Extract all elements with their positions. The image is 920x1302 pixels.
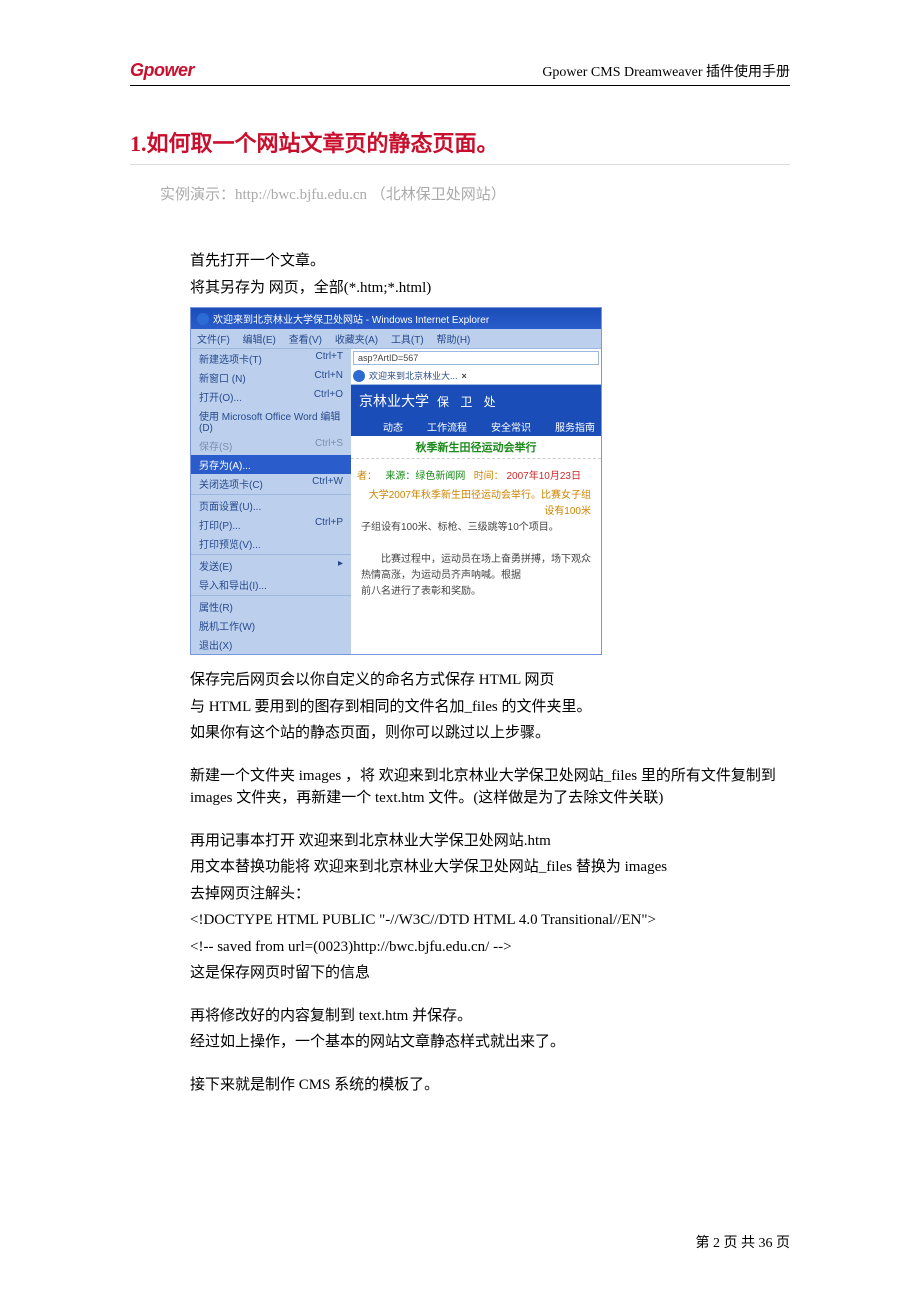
menu-tools[interactable]: 工具(T) [391,335,424,346]
meta-time-label: 时间： [474,471,504,482]
nav-item[interactable]: 工作流程 [427,419,467,434]
meta-source: 来源：绿色新闻网 [385,471,465,482]
ie-favicon-icon [197,313,209,325]
article-meta: 者： 来源：绿色新闻网 时间： 2007年10月23日 [351,459,601,486]
site-navbar: 动态 工作流程 安全常识 服务指南 [351,417,601,436]
ie-screenshot: 欢迎来到北京林业大学保卫处网站 - Windows Internet Explo… [190,307,602,655]
page-footer: 第 2 页 共 36 页 [696,1232,791,1252]
page-header: Gpower Gpower CMS Dreamweaver 插件使用手册 [130,60,790,86]
body-p9: 去掉网页注解头： [190,883,790,906]
body-p5: 如果你有这个站的静态页面，则你可以跳过以上步骤。 [190,722,790,745]
body-p2: 将其另存为 网页，全部(*.htm;*.html) [190,277,790,300]
section-divider [130,164,790,165]
ie-content: asp?ArtID=567 欢迎来到北京林业大... × 京林业大学 保 卫 处… [351,349,601,654]
tab-row: 欢迎来到北京林业大... × [351,367,601,385]
body-p8: 用文本替换功能将 欢迎来到北京林业大学保卫处网站_files 替换为 image… [190,856,790,879]
dd-save: 保存(S)Ctrl+S [191,436,351,455]
meta-time-value: 2007年10月23日 [506,471,581,482]
ie-title: 欢迎来到北京林业大学保卫处网站 - Windows Internet Explo… [213,311,489,326]
close-icon[interactable]: × [462,371,467,381]
dd-printpreview[interactable]: 打印预览(V)... [191,534,351,553]
meta-author: 者： [357,471,377,482]
dd-properties[interactable]: 属性(R) [191,597,351,616]
header-title: Gpower CMS Dreamweaver 插件使用手册 [542,61,790,81]
tab-favicon-icon [353,370,365,382]
nav-item[interactable]: 动态 [383,419,403,434]
dd-print[interactable]: 打印(P)...Ctrl+P [191,515,351,534]
banner-sub: 保 卫 处 [437,393,500,410]
body-p6: 新建一个文件夹 images ，将 欢迎来到北京林业大学保卫处网站_files … [190,765,790,810]
article-headline: 秋季新生田径运动会举行 [351,436,601,459]
menu-edit[interactable]: 编辑(E) [243,335,276,346]
section-heading: 1.如何取一个网站文章页的静态页面。 [130,126,790,158]
article-body: 大学2007年秋季新生田径运动会举行。比赛女子组设有100米 子组设有100米、… [351,486,601,602]
nav-item[interactable]: 安全常识 [491,419,531,434]
dd-exit[interactable]: 退出(X) [191,635,351,654]
site-banner: 京林业大学 保 卫 处 [351,385,601,417]
logo: Gpower [130,60,194,81]
menu-file[interactable]: 文件(F) [197,335,230,346]
dd-wordedit[interactable]: 使用 Microsoft Office Word 编辑(D) [191,406,351,436]
address-bar[interactable]: asp?ArtID=567 [353,351,599,365]
dd-importexport[interactable]: 导入和导出(I)... [191,575,351,594]
banner-main: 京林业大学 [359,391,429,411]
body-p3: 保存完后网页会以你自定义的命名方式保存 HTML 网页 [190,669,790,692]
tab-title[interactable]: 欢迎来到北京林业大... [369,369,458,382]
dd-pagesetup[interactable]: 页面设置(U)... [191,496,351,515]
menu-help[interactable]: 帮助(H) [437,335,471,346]
logo-text: Gpower [130,60,194,80]
body-p10: <!DOCTYPE HTML PUBLIC "-//W3C//DTD HTML … [190,909,790,932]
nav-item[interactable]: 服务指南 [555,419,595,434]
menu-fav[interactable]: 收藏夹(A) [335,335,378,346]
ie-menubar[interactable]: 文件(F) 编辑(E) 查看(V) 收藏夹(A) 工具(T) 帮助(H) [191,329,601,349]
demo-label: 实例演示：http://bwc.bjfu.edu.cn （北林保卫处网站） [160,183,790,204]
body-p11: <!-- saved from url=(0023)http://bwc.bjf… [190,936,790,959]
body-p15: 接下来就是制作 CMS 系统的模板了。 [190,1074,790,1097]
dd-open[interactable]: 打开(O)...Ctrl+O [191,387,351,406]
dd-saveas[interactable]: 另存为(A)... [191,455,351,474]
body-p7: 再用记事本打开 欢迎来到北京林业大学保卫处网站.htm [190,830,790,853]
body-p13: 再将修改好的内容复制到 text.htm 并保存。 [190,1005,790,1028]
dd-newwin[interactable]: 新窗口 (N)Ctrl+N [191,368,351,387]
body-p14: 经过如上操作，一个基本的网站文章静态样式就出来了。 [190,1031,790,1054]
body-p1: 首先打开一个文章。 [190,250,790,273]
menu-view[interactable]: 查看(V) [289,335,322,346]
body-p4: 与 HTML 要用到的图存到相同的文件名加_files 的文件夹里。 [190,696,790,719]
ie-titlebar: 欢迎来到北京林业大学保卫处网站 - Windows Internet Explo… [191,308,601,329]
dd-offline[interactable]: 脱机工作(W) [191,616,351,635]
dd-newtab[interactable]: 新建选项卡(T)Ctrl+T [191,349,351,368]
dd-closetab[interactable]: 关闭选项卡(C)Ctrl+W [191,474,351,493]
body-p12: 这是保存网页时留下的信息 [190,962,790,985]
file-dropdown[interactable]: 新建选项卡(T)Ctrl+T 新窗口 (N)Ctrl+N 打开(O)...Ctr… [191,349,351,654]
dd-send[interactable]: 发送(E)▸ [191,556,351,575]
